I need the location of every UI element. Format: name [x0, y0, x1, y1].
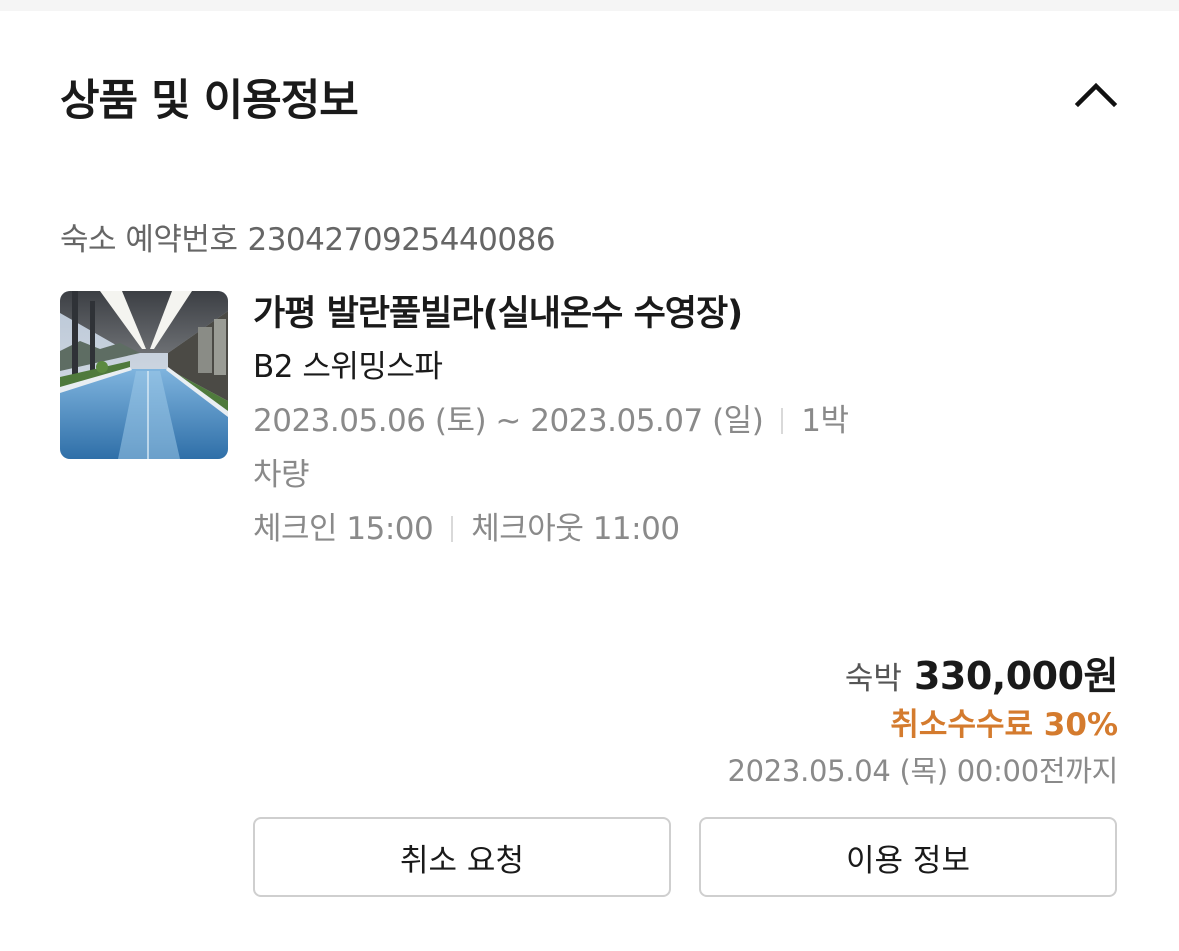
- stay-date-range: 2023.05.06 (토) ~ 2023.05.07 (일): [253, 403, 764, 439]
- stay-dates: 2023.05.06 (토) ~ 2023.05.07 (일) 1박: [253, 394, 1113, 448]
- cancel-fee: 취소수수료 30%: [890, 707, 1118, 743]
- checkout-time: 체크아웃 11:00: [471, 511, 680, 547]
- price-amount: 330,000원: [913, 654, 1119, 698]
- cancel-request-button[interactable]: 취소 요청: [253, 817, 671, 897]
- transport-info: 차량: [253, 457, 310, 493]
- product-thumbnail[interactable]: [60, 291, 228, 459]
- product-info: 가평 발란풀빌라(실내온수 수영장) B2 스위밍스파 2023.05.06 (…: [253, 288, 1113, 556]
- product-name[interactable]: 가평 발란풀빌라(실내온수 수영장): [253, 288, 1113, 340]
- reservation-number: 숙소 예약번호 2304270925440086: [60, 214, 556, 259]
- section-title: 상품 및 이용정보: [60, 76, 359, 126]
- divider: [781, 408, 784, 434]
- reservation-number-label: 숙소 예약번호: [60, 222, 238, 258]
- stay-nights: 1박: [801, 403, 849, 439]
- section-header[interactable]: 상품 및 이용정보: [60, 60, 1120, 132]
- room-name: B2 스위밍스파: [253, 349, 443, 385]
- check-times: 체크인 15:00 체크아웃 11:00: [253, 502, 1113, 556]
- price-row: 숙박 330,000원: [418, 650, 1119, 702]
- top-divider: [0, 0, 1179, 11]
- cancel-deadline: 2023.05.04 (목) 00:00전까지: [727, 754, 1118, 788]
- checkin-time: 체크인 15:00: [253, 511, 434, 547]
- chevron-up-icon[interactable]: [1072, 72, 1120, 120]
- usage-info-button[interactable]: 이용 정보: [699, 817, 1117, 897]
- price-label: 숙박: [844, 661, 902, 697]
- price-summary: 숙박 330,000원 취소수수료 30% 2023.05.04 (목) 00:0…: [418, 650, 1118, 794]
- divider: [451, 516, 454, 542]
- reservation-number-value: 2304270925440086: [247, 222, 556, 258]
